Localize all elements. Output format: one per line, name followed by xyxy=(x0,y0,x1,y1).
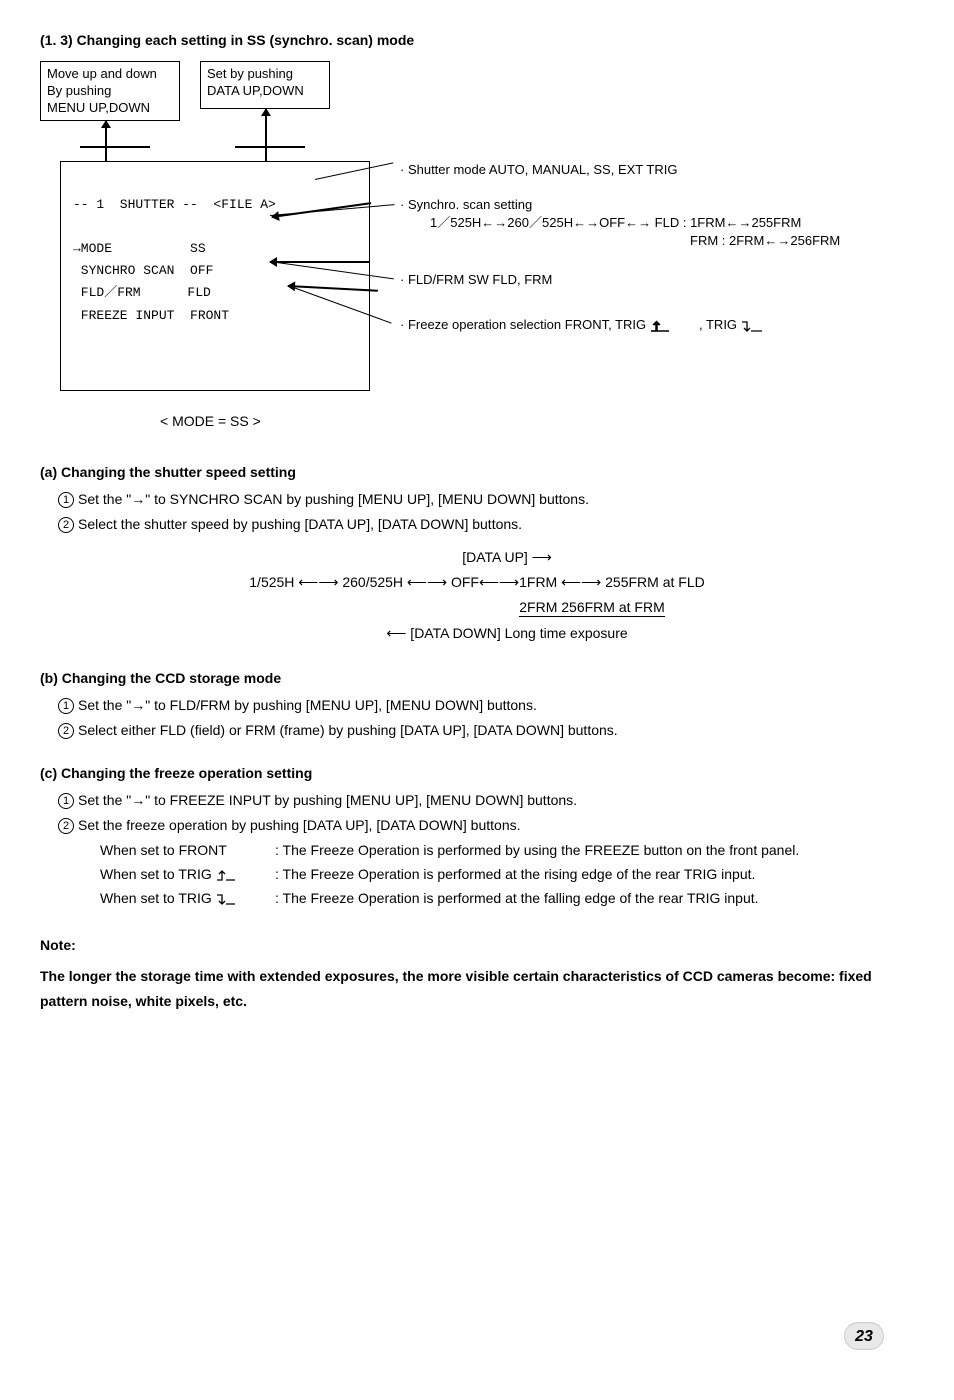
flow-dataup: [DATA UP] ⟶ xyxy=(160,545,854,570)
annot-synchro-a: · Synchro. scan setting xyxy=(400,196,532,214)
circled-1-icon: 1 xyxy=(58,698,74,714)
heading-c: (c) Changing the freeze operation settin… xyxy=(40,763,914,784)
arrow-data-down xyxy=(265,109,267,161)
rising-edge-icon-2 xyxy=(673,319,695,333)
screen-line-2: →MODE SS xyxy=(73,241,206,256)
annot-fldfrm: · FLD/FRM SW FLD, FRM xyxy=(400,271,552,289)
mode-diagram: Move up and down By pushing MENU UP,DOWN… xyxy=(40,61,914,401)
step-c1: 1Set the "→" to FREEZE INPUT by pushing … xyxy=(58,790,914,811)
on-screen-menu: -- 1 SHUTTER -- <FILE A> →MODE SS SYNCHR… xyxy=(60,161,370,391)
circled-1-icon: 1 xyxy=(58,492,74,508)
arrow-fld xyxy=(270,261,370,263)
step-a2: 2Select the shutter speed by pushing [DA… xyxy=(58,514,914,535)
screen-line-3: SYNCHRO SCAN OFF xyxy=(73,263,213,278)
step-a1-text: Set the "→" to SYNCHRO SCAN by pushing [… xyxy=(78,491,589,507)
heading-a: (a) Changing the shutter speed setting xyxy=(40,462,914,483)
step-a1: 1Set the "→" to SYNCHRO SCAN by pushing … xyxy=(58,489,914,510)
circled-2-icon: 2 xyxy=(58,818,74,834)
screen-line-5: FREEZE INPUT FRONT xyxy=(73,308,229,323)
hint-box-menu: Move up and down By pushing MENU UP,DOWN xyxy=(40,61,180,121)
annot-synchro-c: FRM : 2FRM←→256FRM xyxy=(690,232,840,250)
section-title: (1. 3) Changing each setting in SS (sync… xyxy=(40,30,914,51)
desc-trig-rise-text: : The Freeze Operation is performed at t… xyxy=(275,864,914,885)
flow-sub-text: 2FRM 256FRM at FRM xyxy=(519,599,664,617)
annot-synchro-b: 1／525H←→260／525H←→OFF←→ FLD : 1FRM←→255F… xyxy=(430,214,801,232)
circled-2-icon: 2 xyxy=(58,517,74,533)
annot-freeze: · Freeze operation selection FRONT, TRIG… xyxy=(400,316,763,334)
conn-data-h xyxy=(235,146,305,148)
screen-line-1: -- 1 SHUTTER -- <FILE A> xyxy=(73,197,276,212)
desc-trig-rise-label: When set to TRIG xyxy=(100,864,275,885)
screen-line-4: FLD／FRM FLD xyxy=(73,285,211,300)
step-b1: 1Set the "→" to FLD/FRM by pushing [MENU… xyxy=(58,695,914,716)
desc-trig-fall-text: : The Freeze Operation is performed at t… xyxy=(275,888,914,909)
heading-b: (b) Changing the CCD storage mode xyxy=(40,668,914,689)
rising-edge-icon xyxy=(650,319,670,333)
annot-freeze-text-2: , TRIG xyxy=(699,317,737,332)
conn-menu-h xyxy=(80,146,150,148)
mode-caption: < MODE = SS > xyxy=(160,411,914,432)
step-b1-text: Set the "→" to FLD/FRM by pushing [MENU … xyxy=(78,697,537,713)
hint-box-data: Set by pushing DATA UP,DOWN xyxy=(200,61,330,109)
arrow-menu-down xyxy=(105,121,107,161)
step-a2-text: Select the shutter speed by pushing [DAT… xyxy=(78,516,522,532)
flow-sub: 2FRM 256FRM at FRM xyxy=(330,595,854,620)
shutter-flow: [DATA UP] ⟶ 1/525H ⟵⟶ 260/525H ⟵⟶ OFF⟵⟶1… xyxy=(100,545,854,646)
desc-trig-fall: When set to TRIG : The Freeze Operation … xyxy=(100,888,914,909)
step-b2: 2Select either FLD (field) or FRM (frame… xyxy=(58,720,914,741)
circled-2-icon: 2 xyxy=(58,723,74,739)
desc-trig-fall-label-text: When set to TRIG xyxy=(100,890,212,906)
flow-main: 1/525H ⟵⟶ 260/525H ⟵⟶ OFF⟵⟶1FRM ⟵⟶ 255FR… xyxy=(100,570,854,595)
circled-1-icon: 1 xyxy=(58,793,74,809)
note-heading: Note: xyxy=(40,935,914,956)
step-c1-text: Set the "→" to FREEZE INPUT by pushing [… xyxy=(78,792,577,808)
step-c2: 2Set the freeze operation by pushing [DA… xyxy=(58,815,914,836)
desc-front-label: When set to FRONT xyxy=(100,840,275,861)
flow-datadown: ⟵ [DATA DOWN] Long time exposure xyxy=(160,621,854,646)
falling-edge-icon xyxy=(216,892,236,906)
desc-front-text: : The Freeze Operation is performed by u… xyxy=(275,840,914,861)
desc-trig-rise: When set to TRIG : The Freeze Operation … xyxy=(100,864,914,885)
annot-freeze-text: · Freeze operation selection FRONT, TRIG xyxy=(400,317,646,332)
annot-shutter-mode: · Shutter mode AUTO, MANUAL, SS, EXT TRI… xyxy=(400,161,677,179)
desc-trig-rise-label-text: When set to TRIG xyxy=(100,866,212,882)
rising-edge-icon xyxy=(216,868,236,882)
note-body: The longer the storage time with extende… xyxy=(40,964,914,1014)
falling-edge-icon xyxy=(741,319,763,333)
step-b2-text: Select either FLD (field) or FRM (frame)… xyxy=(78,722,618,738)
page-number: 23 xyxy=(844,1322,884,1350)
desc-front: When set to FRONT : The Freeze Operation… xyxy=(100,840,914,861)
desc-trig-fall-label: When set to TRIG xyxy=(100,888,275,909)
step-c2-text: Set the freeze operation by pushing [DAT… xyxy=(78,817,521,833)
